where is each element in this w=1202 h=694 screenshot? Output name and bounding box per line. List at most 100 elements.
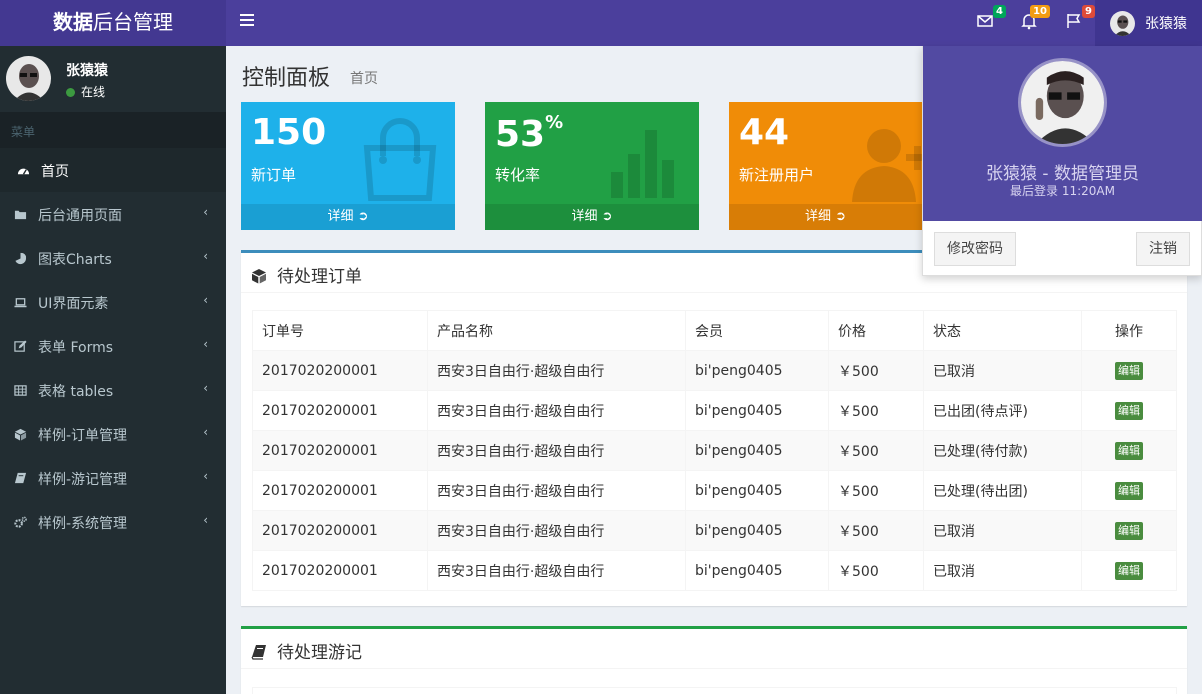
user-dropdown-menu: 张猿猿 - 数据管理员 最后登录 11:20AM 修改密码 注销 <box>922 46 1202 276</box>
logo[interactable]: 数据后台管理 <box>0 0 226 46</box>
order-id: 2017020200001 <box>252 430 428 471</box>
page-title: 控制面板 <box>242 66 331 91</box>
edit-button[interactable]: 编辑 <box>1115 561 1143 580</box>
price: ￥500 <box>828 390 924 431</box>
tasks-badge: 9 <box>1082 5 1095 18</box>
product-name: 西安3日自由行·超级自由行 <box>427 350 686 391</box>
sidebar-item-charts[interactable]: 图表Charts ‹ <box>0 236 226 280</box>
book-icon <box>14 472 27 484</box>
orders-table: 订单号 产品名称 会员 价格 状态 操作 2017020200001 西安3日自… <box>252 310 1177 591</box>
member-name: bi'peng0405 <box>685 430 829 471</box>
sidebar-item-forms[interactable]: 表单 Forms ‹ <box>0 324 226 368</box>
sidebar-item-travel-management[interactable]: 样例-游记管理 ‹ <box>0 456 226 500</box>
member-name: bi'peng0405 <box>685 510 829 551</box>
order-id: 2017020200001 <box>252 470 428 511</box>
cube-icon <box>252 269 266 284</box>
table-row: 2017020200001 西安3日自由行·超级自由行 bi'peng0405 … <box>252 430 1177 471</box>
table-row: 2017020200001 西安3日自由行·超级自由行 bi'peng0405 … <box>252 550 1177 591</box>
sidebar-item-common-pages[interactable]: 后台通用页面 ‹ <box>0 192 226 236</box>
sidebar-item-home[interactable]: 首页 <box>0 148 226 192</box>
stat-more-button[interactable]: 详细 ➲ <box>729 204 922 230</box>
envelope-icon <box>977 15 993 27</box>
pending-orders-panel: 待处理订单 订单号 产品名称 会员 价格 状态 操作 2017020200001… <box>241 250 1187 606</box>
edit-icon <box>14 340 27 352</box>
sidebar-item-label: 样例-游记管理 <box>38 472 128 488</box>
avatar <box>6 56 51 101</box>
sidebar-item-order-management[interactable]: 样例-订单管理 ‹ <box>0 412 226 456</box>
product-name: 西安3日自由行·超级自由行 <box>427 470 686 511</box>
edit-button[interactable]: 编辑 <box>1115 481 1143 500</box>
sidebar-item-ui-elements[interactable]: UI界面元素 ‹ <box>0 280 226 324</box>
member-name: bi'peng0405 <box>685 470 829 511</box>
last-login-time: 最后登录 11:20AM <box>1010 184 1115 198</box>
travels-table <box>252 687 1177 694</box>
logout-button[interactable]: 注销 <box>1136 232 1190 266</box>
sidebar-item-label: 首页 <box>41 164 69 180</box>
order-id: 2017020200001 <box>252 390 428 431</box>
sidebar-item-label: 后台通用页面 <box>38 208 122 224</box>
order-id: 2017020200001 <box>252 510 428 551</box>
order-status: 已处理(待付款) <box>923 430 1082 471</box>
order-id: 2017020200001 <box>252 350 428 391</box>
sidebar-item-label: UI界面元素 <box>38 296 109 312</box>
stat-box-new-orders: 150 新订单 详细 ➲ <box>241 102 455 230</box>
stat-value: 150 <box>251 112 327 153</box>
user-status-text: 在线 <box>81 85 106 99</box>
sidebar-toggle-button[interactable] <box>240 14 254 30</box>
stat-more-button[interactable]: 详细 ➲ <box>241 204 455 230</box>
product-name: 西安3日自由行·超级自由行 <box>427 390 686 431</box>
messages-badge: 4 <box>993 5 1006 18</box>
stat-more-button[interactable]: 详细 ➲ <box>485 204 699 230</box>
top-header: 数据后台管理 4 10 9 张猿猿 <box>0 0 1202 46</box>
arrow-circle-right-icon: ➲ <box>835 209 847 224</box>
header-user-name: 张猿猿 <box>1145 16 1187 32</box>
user-plus-icon <box>852 129 922 202</box>
user-menu-toggle[interactable]: 张猿猿 <box>1095 0 1202 46</box>
edit-button[interactable]: 编辑 <box>1115 401 1143 420</box>
flag-icon <box>1067 14 1081 28</box>
tasks-button[interactable]: 9 <box>1065 5 1095 34</box>
edit-button[interactable]: 编辑 <box>1115 361 1143 380</box>
chevron-left-icon: ‹ <box>203 381 208 395</box>
price: ￥500 <box>828 470 924 511</box>
order-status: 已处理(待出团) <box>923 470 1082 511</box>
sidebar-item-system-management[interactable]: 样例-系统管理 ‹ <box>0 500 226 544</box>
arrow-circle-right-icon: ➲ <box>357 209 369 224</box>
messages-button[interactable]: 4 <box>976 5 1006 34</box>
edit-button[interactable]: 编辑 <box>1115 521 1143 540</box>
chevron-left-icon: ‹ <box>203 293 208 307</box>
column-header: 操作 <box>1081 310 1177 351</box>
panel-title: 待处理游记 <box>241 629 1187 669</box>
sidebar-user-panel: 张猿猿 在线 <box>0 46 226 110</box>
panel-title-text: 待处理游记 <box>277 643 362 663</box>
cogs-icon <box>14 516 27 528</box>
column-header: 状态 <box>923 310 1082 351</box>
logo-text: 后台管理 <box>93 10 173 34</box>
stat-label: 转化率 <box>495 166 541 184</box>
product-name: 西安3日自由行·超级自由行 <box>427 550 686 591</box>
sidebar-item-tables[interactable]: 表格 tables ‹ <box>0 368 226 412</box>
stat-value: 44 <box>739 112 790 153</box>
arrow-circle-right-icon: ➲ <box>601 209 613 224</box>
table-icon <box>14 385 27 396</box>
chevron-left-icon: ‹ <box>203 513 208 527</box>
cube-icon <box>14 428 27 441</box>
panel-title-text: 待处理订单 <box>277 267 362 287</box>
sidebar-item-label: 表单 Forms <box>38 340 114 356</box>
price: ￥500 <box>828 430 924 471</box>
user-status: 在线 <box>66 83 105 100</box>
member-name: bi'peng0405 <box>685 350 829 391</box>
table-header-row: 订单号 产品名称 会员 价格 状态 操作 <box>252 310 1177 351</box>
notifications-button[interactable]: 10 <box>1020 5 1050 34</box>
avatar <box>1018 58 1107 147</box>
price: ￥500 <box>828 550 924 591</box>
breadcrumb[interactable]: 首页 <box>350 68 378 88</box>
product-name: 西安3日自由行·超级自由行 <box>427 430 686 471</box>
change-password-button[interactable]: 修改密码 <box>934 232 1016 266</box>
product-name: 西安3日自由行·超级自由行 <box>427 510 686 551</box>
dashboard-icon <box>17 168 30 175</box>
edit-button[interactable]: 编辑 <box>1115 441 1143 460</box>
chevron-left-icon: ‹ <box>203 337 208 351</box>
column-header: 订单号 <box>252 310 428 351</box>
member-name: bi'peng0405 <box>685 550 829 591</box>
